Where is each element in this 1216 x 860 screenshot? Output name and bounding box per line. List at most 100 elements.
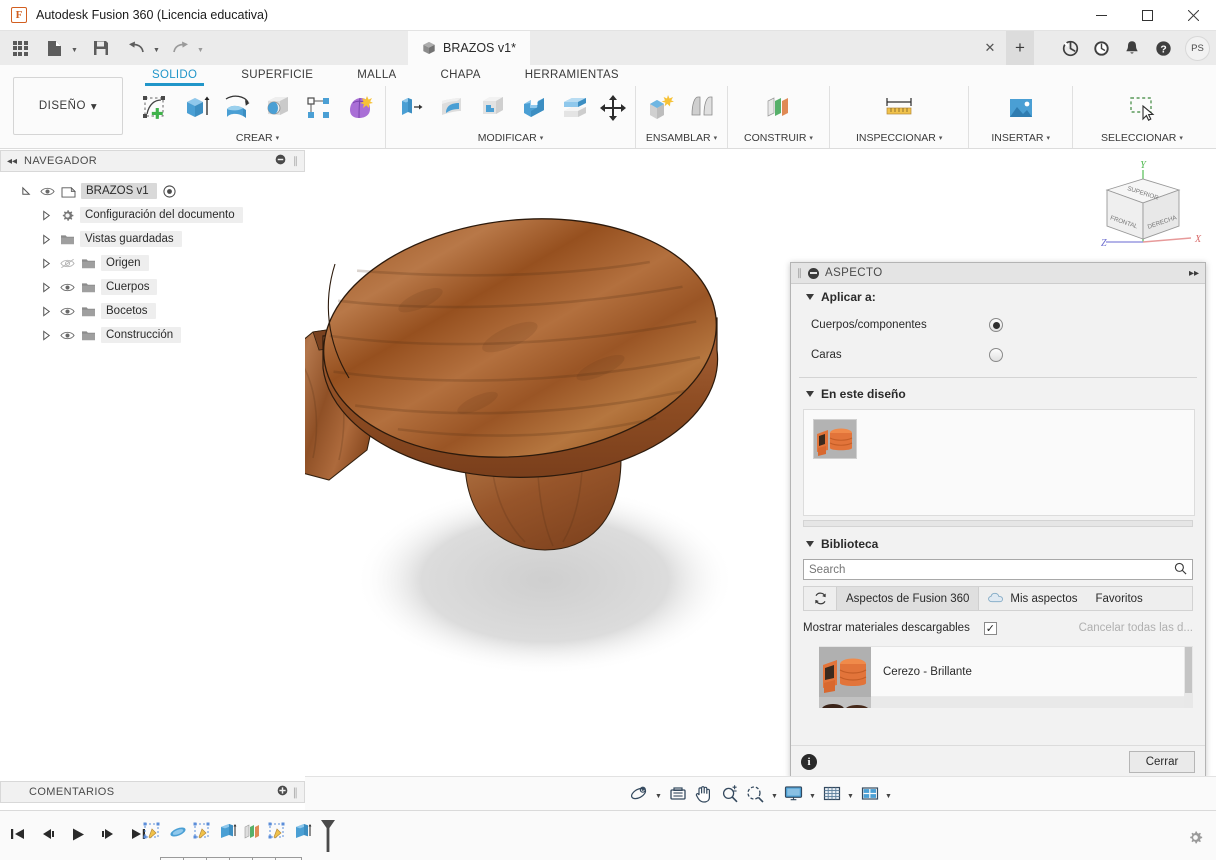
visibility-eye-off-icon[interactable] xyxy=(59,258,76,269)
tab-mis-aspectos[interactable]: Mis aspectos xyxy=(979,587,1086,610)
joint-icon[interactable] xyxy=(683,88,721,128)
timeline-marker-icon[interactable] xyxy=(317,819,339,852)
account-avatar[interactable]: PS xyxy=(1185,35,1210,61)
section-library-header[interactable]: Biblioteca xyxy=(801,531,1195,557)
grip-icon[interactable]: ∥ xyxy=(293,156,298,167)
sidebar-item-vistas-guardadas[interactable]: Vistas guardadas xyxy=(0,227,305,251)
radio-row-faces[interactable]: Caras xyxy=(801,340,1195,370)
job-status-icon[interactable] xyxy=(1086,33,1116,63)
sidebar-item-cuerpos[interactable]: Cuerpos xyxy=(0,275,305,299)
grip-icon[interactable]: ∥ xyxy=(797,268,802,279)
combine-icon[interactable] xyxy=(515,88,553,128)
refresh-icon[interactable] xyxy=(804,587,836,610)
move-copy-icon[interactable] xyxy=(597,88,629,128)
material-list-scrollbar[interactable] xyxy=(1184,647,1193,708)
expand-arrow-icon[interactable] xyxy=(38,329,55,341)
go-to-beginning-icon[interactable] xyxy=(8,823,28,845)
insert-image-icon[interactable] xyxy=(1002,88,1040,128)
selection-window-icon[interactable] xyxy=(1123,88,1161,128)
expand-arrow-icon[interactable] xyxy=(38,305,55,317)
offset-plane-icon[interactable] xyxy=(759,88,797,128)
new-component-icon[interactable] xyxy=(642,88,680,128)
notifications-bell-icon[interactable] xyxy=(1117,33,1147,63)
new-sketch-icon[interactable] xyxy=(136,88,174,128)
new-file-icon[interactable] xyxy=(41,35,67,61)
redo-icon[interactable] xyxy=(167,35,193,61)
extrude-feature-icon[interactable] xyxy=(217,819,239,845)
cerrar-button[interactable]: Cerrar xyxy=(1129,750,1195,773)
sphere-icon[interactable] xyxy=(259,88,297,128)
add-comment-icon[interactable] xyxy=(277,785,288,799)
viewports-caret-icon[interactable]: ▼ xyxy=(884,782,894,806)
app-grid-icon[interactable] xyxy=(7,35,33,61)
orbit-icon[interactable] xyxy=(628,782,652,806)
expand-arrow-icon[interactable] xyxy=(38,209,55,221)
zoom-icon[interactable] xyxy=(718,782,742,806)
new-document-tab-button[interactable]: + xyxy=(1006,31,1034,65)
tab-malla[interactable]: MALLA xyxy=(335,65,418,84)
extrude-feature-icon[interactable] xyxy=(292,819,314,845)
library-search-box[interactable] xyxy=(803,559,1193,580)
appearance-dialog-header[interactable]: ∥ ASPECTO ▸▸ xyxy=(791,263,1205,284)
expand-arrow-icon[interactable] xyxy=(38,257,55,269)
section-apply-to-header[interactable]: Aplicar a: xyxy=(801,284,1195,310)
list-item[interactable]: Cerezo - Brillante xyxy=(819,647,1193,697)
expand-arrow-icon[interactable] xyxy=(38,233,55,245)
viewcube[interactable]: Z Y X SUPERIOR FRONTAL DERECHA xyxy=(1091,158,1206,263)
undo-icon[interactable] xyxy=(123,35,149,61)
panel-inspeccionar-label[interactable]: INSPECCIONAR ▾ xyxy=(856,130,942,146)
sidebar-item-configuracion-documento[interactable]: Configuración del documento xyxy=(0,203,305,227)
sidebar-item-bocetos[interactable]: Bocetos xyxy=(0,299,305,323)
tab-herramientas[interactable]: HERRAMIENTAS xyxy=(503,65,641,84)
expand-arrow-icon[interactable] xyxy=(38,281,55,293)
look-at-icon[interactable] xyxy=(666,782,690,806)
viewports-icon[interactable] xyxy=(858,782,882,806)
display-settings-icon[interactable] xyxy=(782,782,806,806)
panel-ensamblar-label[interactable]: ENSAMBLAR ▾ xyxy=(646,130,717,146)
list-item[interactable] xyxy=(819,696,1193,708)
press-pull-icon[interactable] xyxy=(392,88,430,128)
pan-icon[interactable] xyxy=(692,782,716,806)
radio-row-bodies[interactable]: Cuerpos/componentes xyxy=(801,310,1195,340)
sketch-feature-icon[interactable] xyxy=(192,819,214,845)
cancel-downloads-link[interactable]: Cancelar todas las d... xyxy=(1079,622,1193,634)
maximize-button[interactable] xyxy=(1124,0,1170,31)
undo-caret-icon[interactable]: ▼ xyxy=(151,35,162,61)
visibility-eye-icon[interactable] xyxy=(39,186,56,197)
tab-solido[interactable]: SOLIDO xyxy=(130,65,219,84)
extensions-icon[interactable] xyxy=(1055,33,1085,63)
minimize-icon[interactable] xyxy=(275,154,286,168)
document-tab-close-icon[interactable]: ✕ xyxy=(980,38,1000,58)
in-design-horizontal-scrollbar[interactable] xyxy=(803,520,1193,527)
expand-arrow-icon[interactable] xyxy=(18,186,35,197)
help-icon[interactable]: ? xyxy=(1148,33,1178,63)
sketch-feature-icon[interactable] xyxy=(267,819,289,845)
redo-caret-icon[interactable]: ▼ xyxy=(195,35,206,61)
plane-feature-icon[interactable] xyxy=(242,819,264,845)
tab-chapa[interactable]: CHAPA xyxy=(419,65,503,84)
timeline-settings-gear-icon[interactable] xyxy=(1184,826,1206,848)
step-back-icon[interactable] xyxy=(38,823,58,845)
radio-bodies[interactable] xyxy=(989,318,1003,332)
sidebar-item-construccion[interactable]: Construcción xyxy=(0,323,305,347)
panel-crear-label[interactable]: CREAR ▾ xyxy=(236,130,279,146)
collapse-browser-icon[interactable]: ◂◂ xyxy=(7,156,17,167)
visibility-eye-icon[interactable] xyxy=(59,282,76,293)
orbit-caret-icon[interactable]: ▼ xyxy=(654,782,664,806)
save-icon[interactable] xyxy=(88,35,114,61)
show-downloadable-checkbox[interactable]: ✓ xyxy=(983,621,997,635)
visibility-eye-icon[interactable] xyxy=(59,330,76,341)
visibility-eye-icon[interactable] xyxy=(59,306,76,317)
shell-icon[interactable] xyxy=(474,88,512,128)
panel-modificar-label[interactable]: MODIFICAR ▾ xyxy=(478,130,543,146)
tab-superficie[interactable]: SUPERFICIE xyxy=(219,65,335,84)
close-button[interactable] xyxy=(1170,0,1216,31)
revolve-feature-icon[interactable] xyxy=(167,819,189,845)
panel-seleccionar-label[interactable]: SELECCIONAR ▾ xyxy=(1101,130,1183,146)
workspace-selector[interactable]: DISEÑO ▾ xyxy=(13,77,123,135)
minimize-dot-icon[interactable] xyxy=(808,267,819,279)
search-input[interactable] xyxy=(809,563,1174,576)
search-icon[interactable] xyxy=(1174,562,1187,578)
grid-snap-icon[interactable] xyxy=(820,782,844,806)
form-icon[interactable] xyxy=(341,88,379,128)
